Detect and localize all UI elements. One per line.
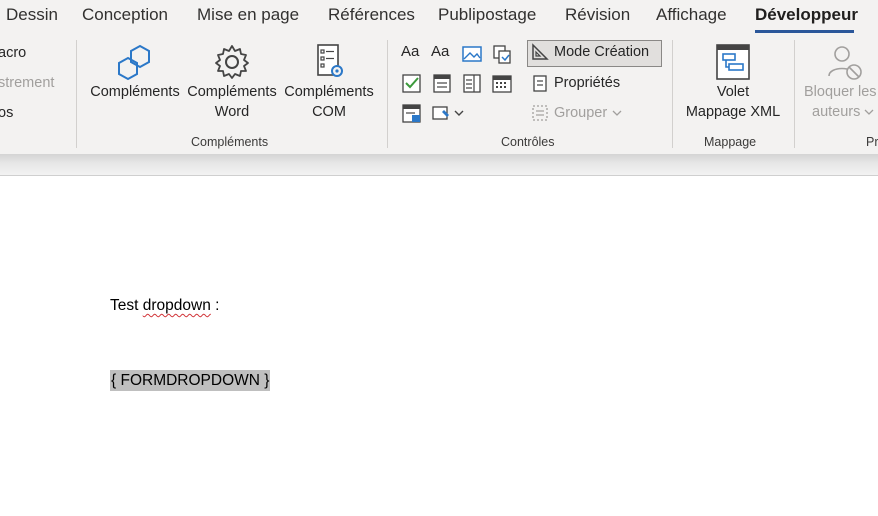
com-addins-label-2: COM	[312, 104, 346, 120]
misspelled-word[interactable]: dropdown	[143, 297, 211, 314]
date-picker-control-icon[interactable]	[491, 72, 513, 94]
ribbon: acro strement os Compléments Compléments…	[0, 38, 878, 154]
paragraph-text: Test	[110, 297, 143, 314]
addins-label: Compléments	[90, 84, 180, 100]
group-icon	[532, 105, 548, 121]
tab-developpeur[interactable]: Développeur	[755, 5, 858, 25]
addins-group-label: Compléments	[191, 135, 269, 149]
mapping-group-label: Mappage	[704, 135, 757, 149]
field-code-paragraph[interactable]: { FORMDROPDOWN }	[110, 370, 271, 391]
combo-box-control-icon[interactable]	[431, 72, 453, 94]
word-addins-label-2: Word	[214, 104, 250, 120]
group-separator	[76, 40, 77, 148]
tab-affichage[interactable]: Affichage	[656, 5, 727, 25]
ribbon-shadow	[0, 154, 878, 176]
group-separator	[672, 40, 673, 148]
group-button: Grouper	[531, 104, 622, 122]
xml-mapping-icon	[716, 44, 750, 80]
xml-mapping-pane-button[interactable]: Volet Mappage XML	[682, 42, 784, 122]
word-addins-label: Compléments	[187, 84, 277, 100]
xml-mapping-label-2: Mappage XML	[685, 104, 781, 120]
ribbon-tabs: Dessin Conception Mise en page Référence…	[0, 0, 878, 38]
active-tab-indicator	[755, 30, 854, 33]
tab-references[interactable]: Références	[328, 5, 415, 25]
gear-icon	[215, 45, 249, 79]
record-macro-button[interactable]: acro	[0, 45, 26, 61]
tab-revision[interactable]: Révision	[565, 5, 630, 25]
plain-text-control-icon[interactable]: Aa	[431, 43, 453, 65]
group-label: Grouper	[554, 105, 608, 121]
tab-mise-en-page[interactable]: Mise en page	[197, 5, 299, 25]
formdropdown-field-code[interactable]: { FORMDROPDOWN }	[110, 370, 271, 391]
com-addin-icon	[317, 44, 343, 77]
rich-text-sample: Aa	[401, 43, 420, 60]
com-addins-label: Compléments	[284, 84, 374, 100]
chevron-down-icon	[864, 109, 874, 115]
com-addins-button[interactable]: Compléments COM	[282, 42, 376, 122]
picture-control-icon[interactable]	[461, 43, 483, 65]
properties-label: Propriétés	[554, 75, 621, 91]
properties-button[interactable]: Propriétés	[531, 74, 620, 92]
triangle-ruler-icon	[532, 43, 549, 60]
plain-text-sample: Aa	[431, 43, 450, 60]
group-separator	[387, 40, 388, 148]
block-user-icon	[828, 46, 862, 80]
tab-publipostage[interactable]: Publipostage	[438, 5, 536, 25]
word-addins-button[interactable]: Compléments Word	[185, 42, 279, 122]
block-authors-button: Bloquer les auteurs	[804, 42, 878, 122]
block-authors-label: Bloquer les	[804, 84, 877, 100]
building-block-control-icon[interactable]	[491, 43, 513, 65]
document-paragraph[interactable]: Test dropdown :	[110, 297, 219, 315]
protect-group-label: Pr	[866, 135, 878, 149]
xml-mapping-label: Volet	[716, 84, 750, 100]
addins-button[interactable]: Compléments	[88, 42, 182, 102]
group-separator	[794, 40, 795, 148]
block-authors-label-2: auteurs	[812, 104, 861, 120]
document-top-edge	[0, 175, 878, 176]
hexagons-icon	[118, 44, 150, 81]
design-mode-button[interactable]: Mode Création	[531, 43, 649, 61]
design-mode-label: Mode Création	[554, 44, 650, 60]
properties-icon	[533, 75, 547, 92]
rich-text-control-icon[interactable]: Aa	[401, 43, 423, 65]
legacy-tools-icon[interactable]	[431, 102, 465, 124]
pause-recording-button: strement	[0, 75, 55, 91]
paragraph-text-end: :	[210, 297, 220, 314]
macro-security-button[interactable]: os	[0, 105, 13, 121]
tab-dessin[interactable]: Dessin	[6, 5, 58, 25]
chevron-down-icon	[612, 110, 622, 116]
controls-group-label: Contrôles	[501, 135, 555, 149]
repeating-section-control-icon[interactable]	[401, 102, 423, 124]
checkbox-control-icon[interactable]	[401, 72, 423, 94]
dropdown-list-control-icon[interactable]	[461, 72, 483, 94]
tab-conception[interactable]: Conception	[82, 5, 168, 25]
